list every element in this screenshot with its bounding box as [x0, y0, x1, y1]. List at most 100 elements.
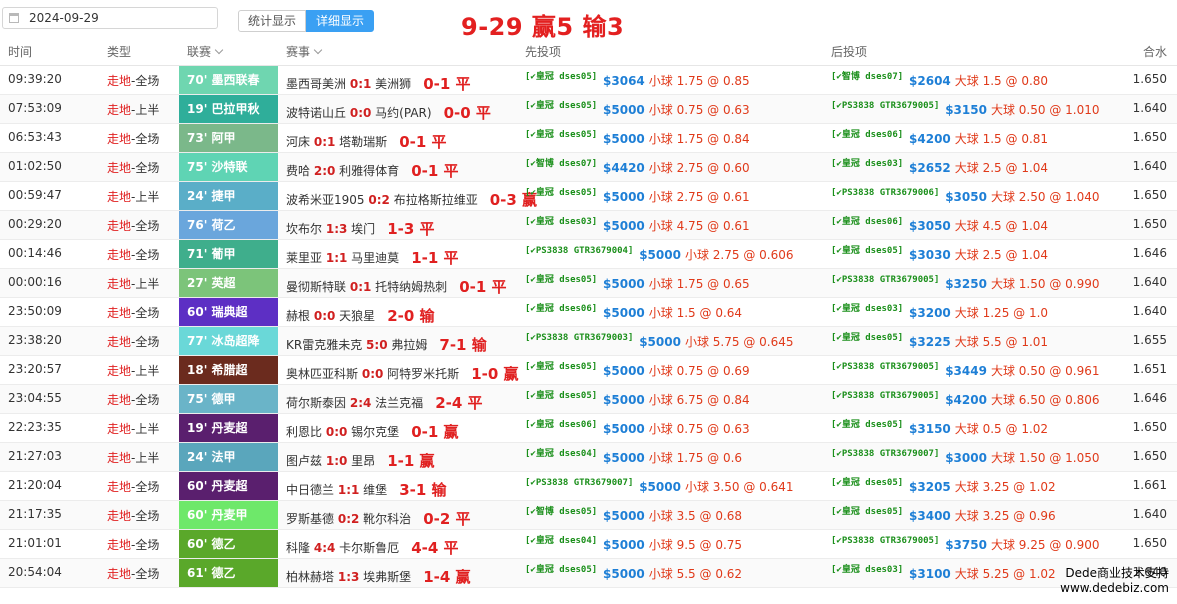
row-first-bet: [✔PS3838 GTR3679003] $5000 小球 5.75 @ 0.64… [525, 333, 794, 350]
table-row[interactable]: 06:53:43 走地-全场 73' 阿甲 河床 0:1 塔勒瑞斯 0-1 平 [✔皇冠 … [0, 124, 1177, 153]
row-time: 06:53:43 [8, 130, 62, 144]
row-home-team: 曼彻斯特联 [286, 280, 347, 294]
table-row[interactable]: 21:17:35 走地-全场 60' 丹麦甲 罗斯基德 0:2 靴尔科治 0-2 平 [✔… [0, 501, 1177, 530]
row-league: 19' 巴拉甲秋 [179, 95, 278, 123]
row-score: 2:4 [349, 396, 372, 410]
row-match: 奥林匹亚科斯 0:0 阿特罗米托斯 1-0 赢 [286, 362, 519, 383]
row-type-period: -全场 [131, 567, 160, 581]
row-away-team: 法兰克福 [375, 396, 424, 410]
date-picker[interactable]: 2024-09-29 [2, 7, 218, 29]
row-time: 23:50:09 [8, 304, 62, 318]
row-first-bet-pick: 小球 [684, 248, 709, 262]
row-type-period: -全场 [131, 74, 160, 88]
table-row[interactable]: 23:38:20 走地-全场 77' 冰岛超降 KR雷克雅未克 5:0 弗拉姆 7-1 … [0, 327, 1177, 356]
table-row[interactable]: 23:50:09 走地-全场 60' 瑞典超 赫根 0:0 天狼星 2-0 输 [✔皇冠 … [0, 298, 1177, 327]
table-row[interactable]: 20:54:04 走地-全场 61' 德乙 柏林赫塔 1:3 埃弗斯堡 1-4 赢 [✔皇… [0, 559, 1177, 588]
watermark-line1: Dede商业技术支持 [1065, 566, 1169, 580]
row-second-bet-odds: 1.50 @ 1.050 [1018, 451, 1100, 465]
row-type: 走地-全场 [107, 478, 159, 495]
row-second-bet-account: [✔皇冠 dses06] [831, 217, 904, 227]
row-result: 3-1 输 [399, 481, 447, 499]
row-time: 23:20:57 [8, 362, 62, 376]
row-home-team: 墨西哥美洲 [286, 77, 347, 91]
row-away-team: 托特纳姆热刺 [375, 280, 448, 294]
table-row[interactable]: 00:29:20 走地-全场 76' 荷乙 坎布尔 1:3 埃门 1-3 平 [✔皇冠 d… [0, 211, 1177, 240]
detail-view-button[interactable]: 详细显示 [306, 10, 375, 32]
row-away-team: 美洲狮 [375, 77, 412, 91]
row-rate: 1.640 [1132, 507, 1167, 521]
row-second-bet-pick: 大球 [990, 190, 1015, 204]
table-row[interactable]: 07:53:09 走地-上半 19' 巴拉甲秋 波特诺山丘 0:0 马约(PAR) 0-… [0, 95, 1177, 124]
row-first-bet-odds: 1.75 @ 0.84 [676, 132, 750, 146]
row-match: 罗斯基德 0:2 靴尔科治 0-2 平 [286, 507, 471, 528]
row-type-live: 走地 [107, 161, 132, 175]
row-type-live: 走地 [107, 132, 132, 146]
row-second-bet-odds: 2.50 @ 1.040 [1018, 190, 1100, 204]
table-row[interactable]: 00:59:47 走地-上半 24' 捷甲 波希米亚1905 0:2 布拉格斯拉维亚 0… [0, 182, 1177, 211]
header-type: 类型 [107, 45, 132, 59]
row-second-bet-amount: $3030 [909, 248, 951, 262]
row-first-bet-pick: 小球 [648, 306, 673, 320]
row-first-bet-account: [✔智博 dses07] [525, 159, 598, 169]
stats-view-button[interactable]: 统计显示 [238, 10, 307, 32]
row-score: 0:0 [325, 425, 348, 439]
row-first-bet-odds: 0.75 @ 0.63 [676, 103, 750, 117]
row-type-period: -上半 [131, 103, 160, 117]
row-result: 0-1 赢 [411, 423, 459, 441]
row-home-team: 奥林匹亚科斯 [286, 367, 359, 381]
row-first-bet-pick: 小球 [648, 567, 673, 581]
table-row[interactable]: 09:39:20 走地-全场 70' 墨西联春 墨西哥美洲 0:1 美洲狮 0-1 平 [… [0, 66, 1177, 95]
row-score: 4:4 [313, 541, 336, 555]
row-away-team: 锡尔克堡 [351, 425, 400, 439]
row-first-bet-amount: $5000 [639, 335, 681, 349]
row-league: 61' 德乙 [179, 559, 278, 587]
row-match: 荷尔斯泰因 2:4 法兰克福 2-4 平 [286, 391, 483, 412]
row-second-bet-amount: $3200 [909, 306, 951, 320]
row-result: 0-1 平 [411, 162, 459, 180]
table-row[interactable]: 00:00:16 走地-上半 27' 英超 曼彻斯特联 0:1 托特纳姆热刺 0-1 平… [0, 269, 1177, 298]
row-second-bet-odds: 2.5 @ 1.04 [982, 161, 1049, 175]
row-second-bet: [✔皇冠 dses03] $3100 大球 5.25 @ 1.02 [831, 565, 1056, 582]
header-league[interactable]: 联赛 [187, 43, 224, 60]
row-time: 00:29:20 [8, 217, 62, 231]
header-rate: 合水 [1142, 45, 1167, 59]
row-type-period: -全场 [131, 132, 160, 146]
row-second-bet-amount: $3250 [945, 277, 987, 291]
row-result: 2-4 平 [435, 394, 483, 412]
row-result: 1-0 赢 [471, 365, 519, 383]
row-second-bet-account: [✔皇冠 dses03] [831, 565, 904, 575]
row-away-team: 埃弗斯堡 [363, 570, 412, 584]
row-second-bet-amount: $4200 [945, 393, 987, 407]
row-away-team: 卡尔斯鲁厄 [339, 541, 400, 555]
row-first-bet-account: [✔PS3838 GTR3679004] [525, 246, 634, 256]
table-row[interactable]: 22:23:35 走地-上半 19' 丹麦超 利恩比 0:0 锡尔克堡 0-1 赢 [✔皇… [0, 414, 1177, 443]
row-match: 赫根 0:0 天狼星 2-0 输 [286, 304, 435, 325]
row-match: 莱里亚 1:1 马里迪莫 1-1 平 [286, 246, 459, 267]
table-row[interactable]: 21:01:01 走地-全场 60' 德乙 科隆 4:4 卡尔斯鲁厄 4-4 平 [✔皇冠… [0, 530, 1177, 559]
row-first-bet-account: [✔皇冠 dses06] [525, 420, 598, 430]
row-second-bet-odds: 1.50 @ 0.990 [1018, 277, 1100, 291]
row-first-bet-amount: $5000 [603, 306, 645, 320]
table-row[interactable]: 01:02:50 走地-全场 75' 沙特联 费哈 2:0 利雅得体育 0-1 平 [✔智… [0, 153, 1177, 182]
table-row[interactable]: 23:20:57 走地-上半 18' 希腊超 奥林匹亚科斯 0:0 阿特罗米托斯 1-0… [0, 356, 1177, 385]
row-first-bet-amount: $5000 [603, 364, 645, 378]
calendar-icon [9, 13, 19, 23]
table-row[interactable]: 21:20:04 走地-全场 60' 丹麦超 中日德兰 1:1 维堡 3-1 输 [✔PS… [0, 472, 1177, 501]
table-row[interactable]: 21:27:03 走地-上半 24' 法甲 图卢兹 1:0 里昂 1-1 赢 [✔皇冠 d… [0, 443, 1177, 472]
header-match[interactable]: 赛事 [286, 43, 323, 60]
row-second-bet-account: [✔PS3838 GTR3679005] [831, 275, 940, 285]
row-match: 图卢兹 1:0 里昂 1-1 赢 [286, 449, 435, 470]
row-home-team: 河床 [286, 135, 311, 149]
row-second-bet-pick: 大球 [990, 103, 1015, 117]
header-second-bet: 后投项 [831, 45, 868, 59]
row-result: 4-4 平 [411, 539, 459, 557]
row-type-period: -全场 [131, 335, 160, 349]
row-first-bet: [✔智博 dses05] $5000 小球 3.5 @ 0.68 [525, 507, 742, 524]
row-home-team: 费哈 [286, 164, 311, 178]
row-first-bet-odds: 1.75 @ 0.65 [676, 277, 750, 291]
table-row[interactable]: 23:04:55 走地-全场 75' 德甲 荷尔斯泰因 2:4 法兰克福 2-4 平 [✔… [0, 385, 1177, 414]
table-row[interactable]: 00:14:46 走地-全场 71' 葡甲 莱里亚 1:1 马里迪莫 1-1 平 [✔PS… [0, 240, 1177, 269]
row-first-bet: [✔PS3838 GTR3679007] $5000 小球 3.50 @ 0.64… [525, 478, 794, 495]
row-first-bet: [✔皇冠 dses03] $5000 小球 4.75 @ 0.61 [525, 217, 750, 234]
row-first-bet: [✔皇冠 dses05] $5000 小球 5.5 @ 0.62 [525, 565, 742, 582]
